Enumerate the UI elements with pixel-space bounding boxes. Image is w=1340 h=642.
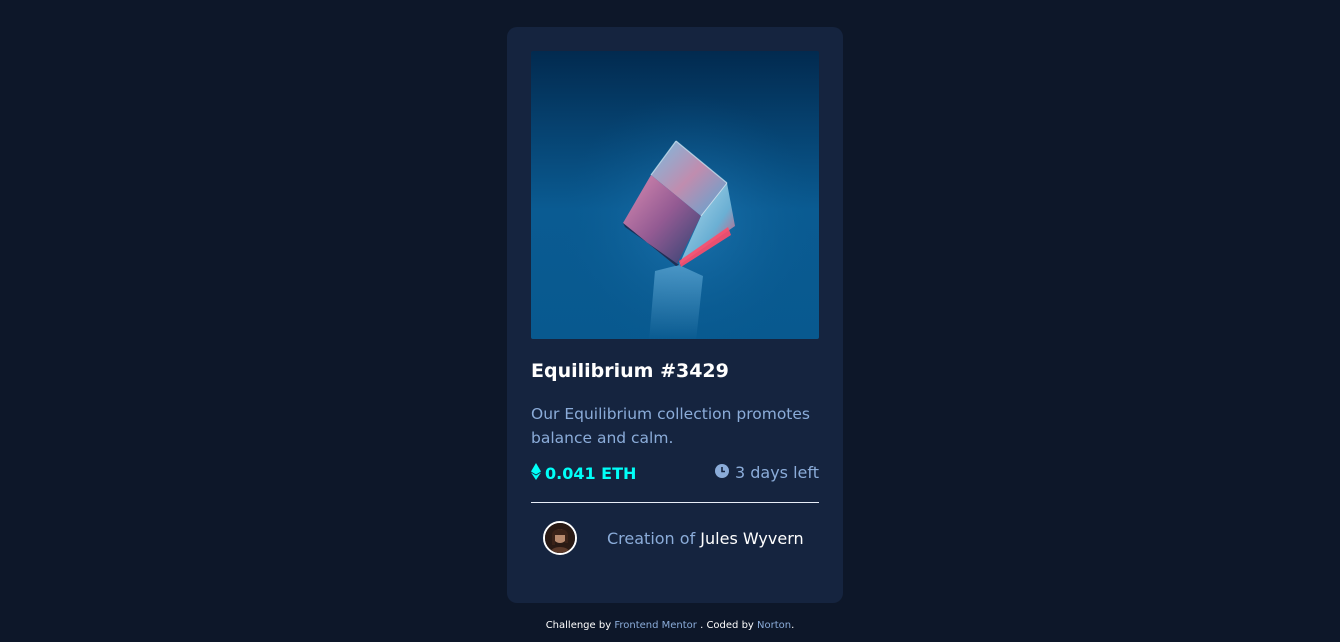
time-left-display: 3 days left: [714, 463, 819, 482]
avatar: [543, 521, 577, 555]
footer-middle: . Coded by: [700, 620, 754, 631]
nft-stats: 0.041 ETH 3 days left: [531, 463, 819, 487]
nft-image[interactable]: [531, 51, 819, 339]
author-link[interactable]: Norton: [757, 620, 791, 631]
nft-description: Our Equilibrium collection promotes bala…: [531, 405, 810, 447]
nft-title[interactable]: Equilibrium #3429: [531, 360, 729, 382]
nft-card: Equilibrium #3429 Our Equilibrium collec…: [507, 27, 843, 603]
creator-text: Creation of Jules Wyvern: [607, 529, 804, 548]
equilibrium-cube-artwork: [531, 51, 819, 339]
creator-prefix: Creation of: [607, 529, 696, 548]
creator-name-link[interactable]: Jules Wyvern: [700, 529, 803, 548]
attribution-footer: Challenge by Frontend Mentor . Coded by …: [0, 620, 1340, 631]
time-left-value: 3 days left: [734, 463, 819, 482]
ethereum-icon: [531, 463, 541, 484]
divider: [531, 502, 819, 503]
price-display: 0.041 ETH: [531, 463, 636, 484]
footer-prefix: Challenge by: [545, 620, 612, 631]
price-value: 0.041 ETH: [545, 464, 637, 483]
creator-row: Creation of Jules Wyvern: [543, 521, 813, 557]
frontend-mentor-link[interactable]: Frontend Mentor: [614, 620, 697, 631]
footer-suffix: .: [791, 620, 795, 631]
clock-icon: [714, 463, 729, 482]
